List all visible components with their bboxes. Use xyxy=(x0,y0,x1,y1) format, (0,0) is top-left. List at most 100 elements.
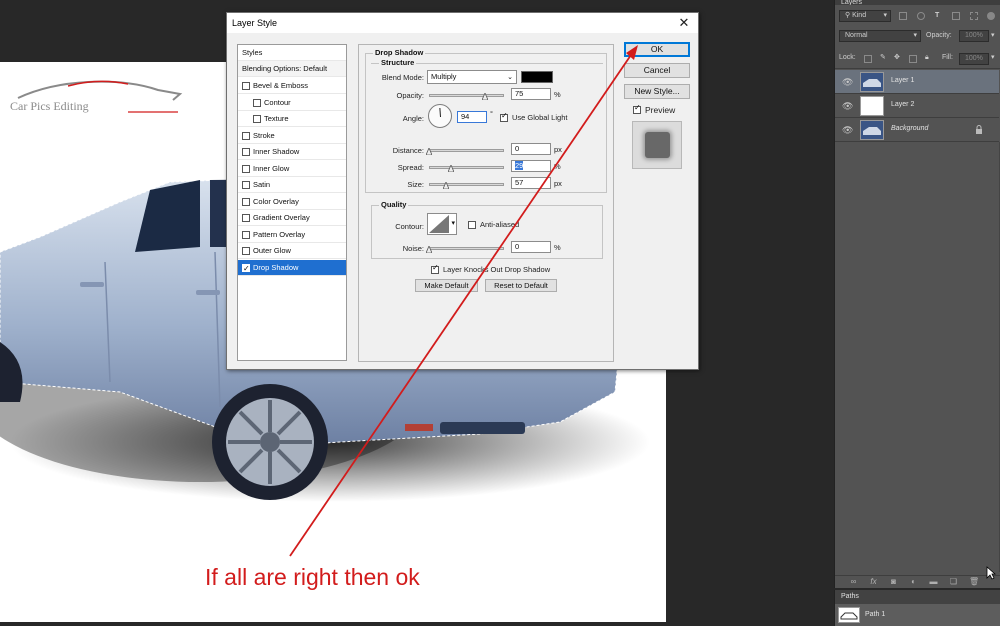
layer-filter-row: ⚲ Kind ▾ T xyxy=(835,7,1000,25)
style-checkbox[interactable] xyxy=(242,230,250,239)
cancel-button[interactable]: Cancel xyxy=(624,63,690,78)
paths-tab[interactable]: Paths xyxy=(835,590,1000,604)
style-checkbox[interactable] xyxy=(242,214,250,222)
distance-field[interactable]: 0 xyxy=(511,143,551,155)
adjustment-filter-icon[interactable] xyxy=(917,12,925,20)
layer-blend-mode-dropdown[interactable]: Normal ▾ xyxy=(839,30,921,42)
anti-aliased-box[interactable] xyxy=(468,221,476,229)
type-filter-icon[interactable]: T xyxy=(935,10,939,22)
path-row[interactable]: Path 1 xyxy=(835,604,1000,626)
style-checkbox[interactable] xyxy=(242,181,250,189)
new-layer-icon[interactable]: ❏ xyxy=(949,578,958,586)
distance-slider-thumb[interactable] xyxy=(426,148,432,155)
blend-mode-select[interactable]: Multiply ⌄ xyxy=(427,70,517,84)
style-item-satin[interactable]: Satin xyxy=(238,177,346,193)
style-item-label: Inner Glow xyxy=(253,163,290,173)
size-slider-thumb[interactable] xyxy=(443,182,450,189)
smart-object-filter-icon[interactable] xyxy=(970,12,978,20)
noise-slider-thumb[interactable] xyxy=(426,246,432,253)
layers-tab[interactable]: Layers xyxy=(835,0,1000,5)
knocks-out-box[interactable] xyxy=(431,263,439,274)
style-checkbox[interactable] xyxy=(253,115,261,123)
eye-icon[interactable]: 👁︎ xyxy=(842,77,853,87)
layer-row-2[interactable]: 👁︎ Layer 2 xyxy=(835,94,999,118)
mask-icon[interactable]: ◙ xyxy=(889,578,898,586)
lock-all-icon[interactable]: 🔒︎ xyxy=(925,52,929,64)
reset-to-default-button[interactable]: Reset to Default xyxy=(485,279,557,292)
style-item-texture[interactable]: Texture xyxy=(238,111,346,127)
opacity-slider-thumb[interactable] xyxy=(482,93,489,100)
style-checkbox[interactable] xyxy=(253,98,261,107)
adjustment-icon[interactable]: ◐ xyxy=(909,578,918,586)
preview-box[interactable] xyxy=(633,103,641,114)
link-icon[interactable]: ∞ xyxy=(849,578,858,586)
style-checkbox[interactable] xyxy=(242,148,250,156)
layers-panel: Layers ⚲ Kind ▾ T Normal ▾ Opacity: 100% ▾… xyxy=(834,0,1000,588)
style-item-outer-glow[interactable]: Outer Glow xyxy=(238,243,346,259)
preview-label: Preview xyxy=(645,105,676,115)
spread-field[interactable]: 29 xyxy=(511,160,551,172)
noise-unit: % xyxy=(554,243,561,252)
noise-field[interactable]: 0 xyxy=(511,241,551,253)
opacity-unit: % xyxy=(554,90,561,99)
kind-filter-dropdown[interactable]: ⚲ Kind ▾ xyxy=(839,10,891,22)
lock-transparent-icon[interactable] xyxy=(864,55,872,63)
style-item-color-overlay[interactable]: Color Overlay xyxy=(238,194,346,210)
style-item-drop-shadow[interactable]: Drop Shadow xyxy=(238,259,346,277)
style-checkbox[interactable] xyxy=(242,197,250,206)
trash-icon[interactable]: 🗑︎ xyxy=(969,578,979,586)
dialog-titlebar[interactable]: Layer Style ✕ xyxy=(227,13,698,33)
fill-field[interactable]: 100% xyxy=(959,53,989,65)
style-item-contour[interactable]: Contour xyxy=(238,95,346,111)
opacity-field[interactable]: 75 xyxy=(511,88,551,100)
contour-picker[interactable]: ▾ xyxy=(427,213,457,235)
style-item-gradient-overlay[interactable]: Gradient Overlay xyxy=(238,210,346,226)
eye-icon[interactable]: 👁︎ xyxy=(842,101,853,111)
fx-icon[interactable]: fx xyxy=(869,578,878,586)
style-checkbox[interactable] xyxy=(242,247,250,255)
layer-row-1[interactable]: 👁︎ Layer 1 xyxy=(835,70,999,94)
layer-row-background[interactable]: 👁︎ Background xyxy=(835,118,999,142)
pixel-filter-icon[interactable] xyxy=(899,12,907,20)
style-item-pattern-overlay[interactable]: Pattern Overlay xyxy=(238,227,346,243)
style-checkbox[interactable] xyxy=(242,164,250,173)
layer-thumbnail xyxy=(860,120,884,140)
eye-icon[interactable]: 👁︎ xyxy=(842,125,853,135)
noise-slider[interactable] xyxy=(429,247,504,250)
style-item-stroke[interactable]: Stroke xyxy=(238,128,346,144)
new-style-button[interactable]: New Style... xyxy=(624,84,690,99)
style-checkbox[interactable] xyxy=(242,131,250,140)
chevron-down-icon[interactable]: ▾ xyxy=(991,30,995,42)
lock-position-icon[interactable]: ✥ xyxy=(894,52,900,64)
style-item-inner-shadow[interactable]: Inner Shadow xyxy=(238,144,346,160)
lock-artboard-icon[interactable] xyxy=(909,55,917,63)
layer-opacity-field[interactable]: 100% xyxy=(959,30,989,42)
style-checkbox[interactable] xyxy=(242,261,250,277)
style-checkbox[interactable] xyxy=(242,82,250,90)
style-item-label: Contour xyxy=(264,97,291,107)
ok-button[interactable]: OK xyxy=(624,42,690,57)
spread-slider[interactable] xyxy=(429,166,504,169)
shape-filter-icon[interactable] xyxy=(952,12,960,20)
lock-image-icon[interactable]: ✎ xyxy=(880,52,886,64)
blend-mode-value: Multiply xyxy=(431,72,457,81)
style-item-inner-glow[interactable]: Inner Glow xyxy=(238,161,346,177)
opacity-slider[interactable] xyxy=(429,94,504,97)
shadow-color-swatch[interactable] xyxy=(521,71,553,83)
close-icon[interactable]: ✕ xyxy=(676,15,692,31)
chevron-down-icon[interactable]: ▾ xyxy=(991,52,995,64)
use-global-light-box[interactable] xyxy=(500,111,508,122)
folder-icon[interactable]: ▬ xyxy=(929,578,938,586)
layers-footer: ∞ fx ◙ ◐ ▬ ❏ 🗑︎ xyxy=(835,575,1000,588)
make-default-button[interactable]: Make Default xyxy=(415,279,478,292)
distance-slider[interactable] xyxy=(429,149,504,152)
spread-slider-thumb[interactable] xyxy=(447,165,454,172)
angle-field[interactable]: 94 xyxy=(457,111,487,123)
filter-toggle-icon[interactable] xyxy=(987,12,995,20)
size-slider[interactable] xyxy=(429,183,504,186)
angle-dial[interactable] xyxy=(428,104,452,128)
size-field[interactable]: 57 xyxy=(511,177,551,189)
blending-options-item[interactable]: Blending Options: Default xyxy=(238,61,346,77)
style-item-bevel-emboss[interactable]: Bevel & Emboss xyxy=(238,78,346,94)
styles-header[interactable]: Styles xyxy=(238,45,346,61)
